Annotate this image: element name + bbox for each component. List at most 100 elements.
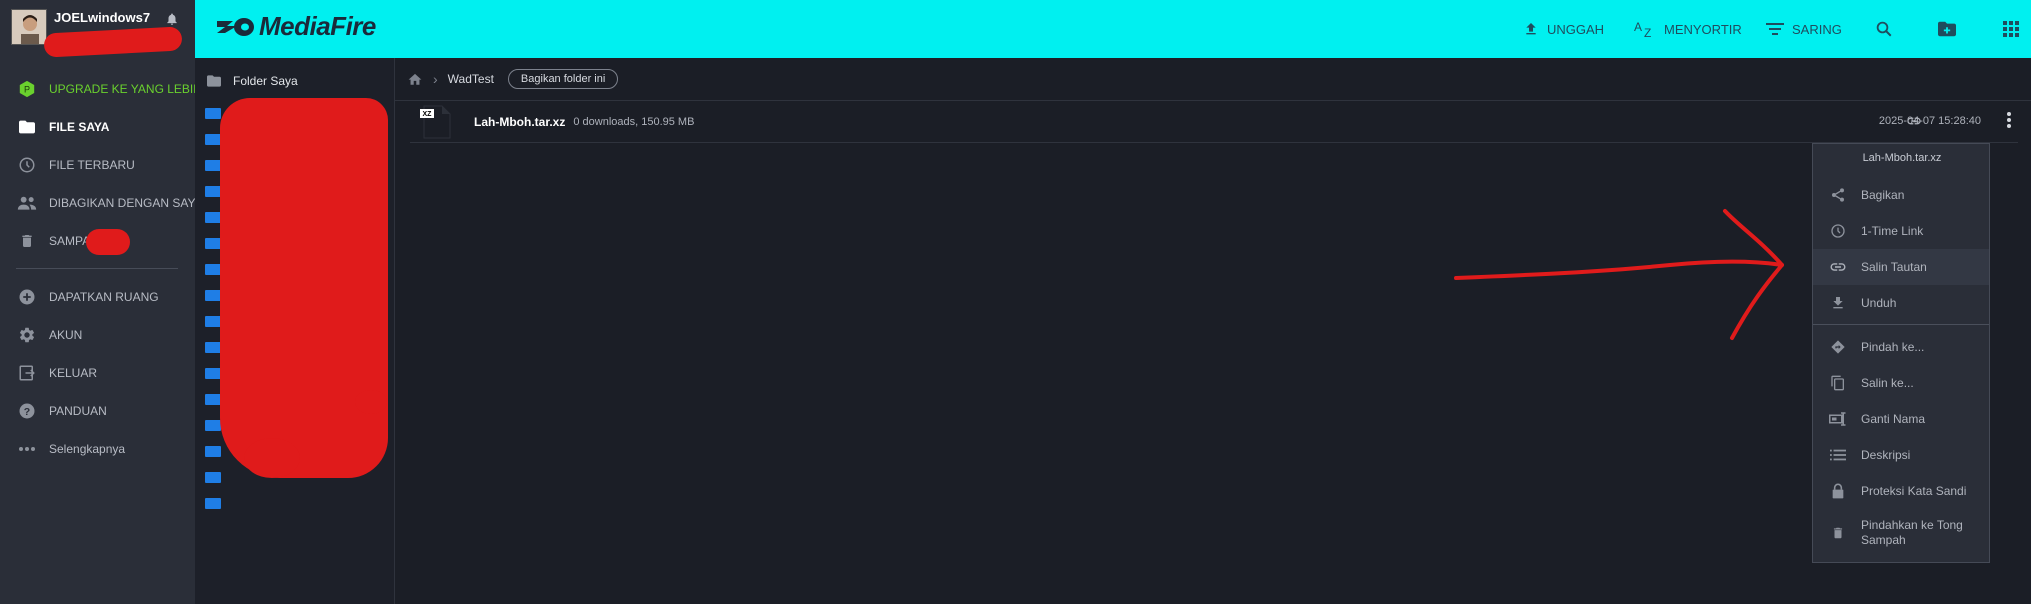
svg-text:Z: Z	[1644, 26, 1651, 38]
sidebar-item-label: FILE TERBARU	[49, 158, 135, 172]
apps-button[interactable]	[2003, 0, 2019, 58]
tree-folder-icon[interactable]	[205, 290, 221, 301]
filter-button[interactable]: SARING	[1766, 0, 1842, 58]
tree-root-folder[interactable]: Folder Saya	[205, 69, 298, 93]
sidebar-item-recent[interactable]: FILE TERBARU	[0, 150, 195, 180]
menu-item-label: Deskripsi	[1861, 448, 1911, 462]
menu-item-move[interactable]: Pindah ke...	[1813, 329, 1989, 365]
breadcrumb-separator: ›	[433, 71, 438, 87]
menu-item-label: Pindah ke...	[1861, 340, 1925, 354]
file-row[interactable]: XZ Lah-Mboh.tar.xz 0 downloads, 150.95 M…	[410, 101, 2018, 143]
sidebar-item-upgrade[interactable]: P UPGRADE KE YANG LEBIH	[0, 74, 195, 104]
tree-folder-icon[interactable]	[205, 446, 221, 457]
sidebar-item-label: DIBAGIKAN DENGAN SAY	[49, 196, 195, 210]
sort-label: MENYORTIR	[1664, 21, 1742, 37]
file-date: 2025-04-07 15:28:40	[1878, 115, 1981, 127]
menu-item-move-to-trash[interactable]: Pindahkan ke Tong Sampah	[1813, 511, 1989, 555]
menu-item-copy-to[interactable]: Salin ke...	[1813, 365, 1989, 401]
clock-icon	[1829, 222, 1847, 240]
clock-icon	[16, 154, 38, 176]
share-folder-button[interactable]: Bagikan folder ini	[507, 69, 619, 89]
filter-icon	[1766, 22, 1784, 36]
sidebar-item-get-space[interactable]: DAPATKAN RUANG	[0, 282, 195, 312]
rename-icon	[1829, 410, 1847, 428]
file-name[interactable]: Lah-Mboh.tar.xz	[474, 115, 565, 129]
new-folder-icon	[1936, 20, 1958, 38]
bell-icon[interactable]	[165, 12, 179, 26]
sidebar-item-label: KELUAR	[49, 366, 98, 380]
tree-root-label: Folder Saya	[233, 74, 298, 88]
upload-button[interactable]: UNGGAH	[1523, 0, 1604, 58]
menu-item-download[interactable]: Unduh	[1813, 285, 1989, 321]
tree-folder-icon[interactable]	[205, 212, 221, 223]
sidebar-item-logout[interactable]: KELUAR	[0, 358, 195, 388]
redaction-mark	[43, 26, 183, 58]
new-folder-button[interactable]	[1936, 0, 1958, 58]
breadcrumb-current-folder[interactable]: WadTest	[448, 72, 494, 86]
sidebar-item-label: DAPATKAN RUANG	[49, 290, 159, 304]
tree-folder-icon[interactable]	[205, 264, 221, 275]
trash-icon	[16, 230, 38, 252]
menu-item-one-time-link[interactable]: 1-Time Link	[1813, 213, 1989, 249]
logo-text: MediaFire	[259, 11, 376, 41]
sidebar-item-account[interactable]: AKUN	[0, 320, 195, 350]
svg-text:P: P	[24, 85, 30, 95]
file-context-menu: Lah-Mboh.tar.xz Bagikan 1-Time Link Sali…	[1812, 143, 1990, 563]
logo[interactable]: MediaFire	[215, 11, 376, 42]
tree-folder-icon[interactable]	[205, 238, 221, 249]
tree-folder-icon[interactable]	[205, 108, 221, 119]
redaction-mark	[86, 229, 130, 255]
sidebar: JOELwindows7 P UPGRADE KE YANG LEBIH FIL…	[0, 0, 195, 604]
menu-item-description[interactable]: Deskripsi	[1813, 437, 1989, 473]
menu-item-share[interactable]: Bagikan	[1813, 177, 1989, 213]
lock-icon	[1829, 482, 1847, 500]
filter-label: SARING	[1792, 21, 1842, 37]
menu-item-password-protect[interactable]: Proteksi Kata Sandi	[1813, 473, 1989, 509]
sidebar-divider	[16, 268, 178, 269]
folder-icon	[16, 116, 38, 138]
search-button[interactable]	[1875, 0, 1893, 58]
menu-item-rename[interactable]: Ganti Nama	[1813, 401, 1989, 437]
tree-folder-icon[interactable]	[205, 160, 221, 171]
sidebar-item-my-files[interactable]: FILE SAYA	[0, 112, 195, 142]
tree-folder-icon[interactable]	[205, 316, 221, 327]
menu-divider	[1813, 324, 1989, 325]
sidebar-item-help[interactable]: ? PANDUAN	[0, 396, 195, 426]
sidebar-item-label: UPGRADE KE YANG LEBIH	[49, 82, 195, 96]
top-bar: MediaFire UNGGAH AZ MENYORTIR SARING	[195, 0, 2031, 58]
tree-folder-icon[interactable]	[205, 394, 221, 405]
tree-folder-icon[interactable]	[205, 134, 221, 145]
tree-folder-icon[interactable]	[205, 472, 221, 483]
redaction-mark	[355, 390, 387, 414]
avatar[interactable]	[11, 9, 47, 45]
list-icon	[1829, 446, 1847, 464]
more-vertical-icon[interactable]	[2006, 111, 2012, 129]
upload-label: UNGGAH	[1547, 21, 1605, 37]
search-icon	[1875, 20, 1893, 38]
link-icon	[1829, 258, 1847, 276]
redaction-mark	[220, 98, 388, 478]
menu-item-copy-link[interactable]: Salin Tautan	[1813, 249, 1989, 285]
sort-button[interactable]: AZ MENYORTIR	[1634, 0, 1742, 58]
menu-item-label: Unduh	[1861, 296, 1897, 310]
sidebar-item-shared[interactable]: DIBAGIKAN DENGAN SAY	[0, 188, 195, 218]
menu-title: Lah-Mboh.tar.xz	[1862, 152, 1942, 164]
upgrade-badge-icon: P	[16, 78, 38, 100]
tree-folder-icon[interactable]	[205, 186, 221, 197]
tree-folder-icon[interactable]	[205, 498, 221, 509]
plus-circle-icon	[16, 286, 38, 308]
menu-item-label: Pindahkan ke Tong Sampah	[1861, 518, 1963, 547]
file-meta: 0 downloads, 150.95 MB	[573, 115, 695, 128]
menu-item-label: Salin Tautan	[1861, 260, 1927, 274]
download-icon	[1829, 294, 1847, 312]
username[interactable]: JOELwindows7	[54, 10, 150, 25]
sidebar-item-label: AKUN	[49, 328, 83, 342]
tree-folder-icon[interactable]	[205, 368, 221, 379]
home-icon[interactable]	[407, 72, 423, 86]
sort-az-icon: AZ	[1634, 20, 1656, 38]
sidebar-item-more[interactable]: Selengkapnya	[0, 434, 195, 464]
tree-folder-icon[interactable]	[205, 342, 221, 353]
file-xz-icon: XZ	[420, 105, 454, 139]
tree-folder-icon[interactable]	[205, 420, 221, 431]
menu-item-label: 1-Time Link	[1861, 224, 1924, 238]
